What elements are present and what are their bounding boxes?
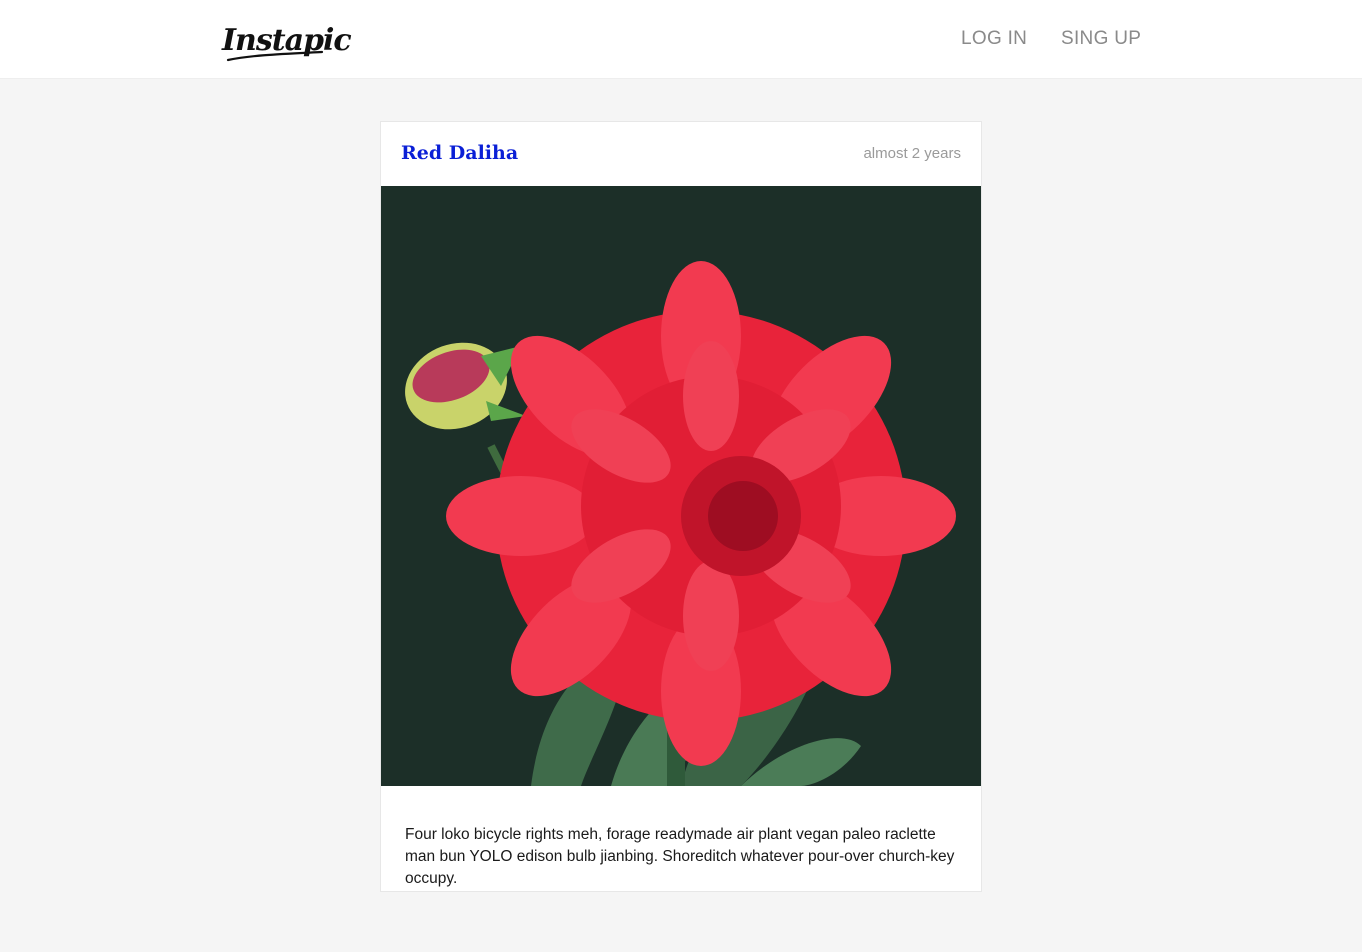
post-card: Red Daliha almost 2 years Four loko bicy… — [380, 121, 982, 892]
dahlia-flower-image — [381, 186, 981, 786]
post-photo[interactable] — [381, 186, 981, 786]
instapic-logo[interactable]: Instapic — [222, 22, 352, 66]
post-header: Red Daliha almost 2 years — [381, 122, 981, 186]
post-title-link[interactable]: Red Daliha — [401, 140, 518, 166]
top-navigation-bar: Instapic LOG IN SING UP — [0, 0, 1362, 79]
post-timestamp: almost 2 years — [863, 145, 961, 162]
login-link[interactable]: LOG IN — [961, 26, 1027, 52]
signup-link[interactable]: SING UP — [1061, 26, 1141, 52]
logo-underline-swash — [226, 50, 324, 62]
post-caption: Four loko bicycle rights meh, forage rea… — [405, 825, 955, 887]
